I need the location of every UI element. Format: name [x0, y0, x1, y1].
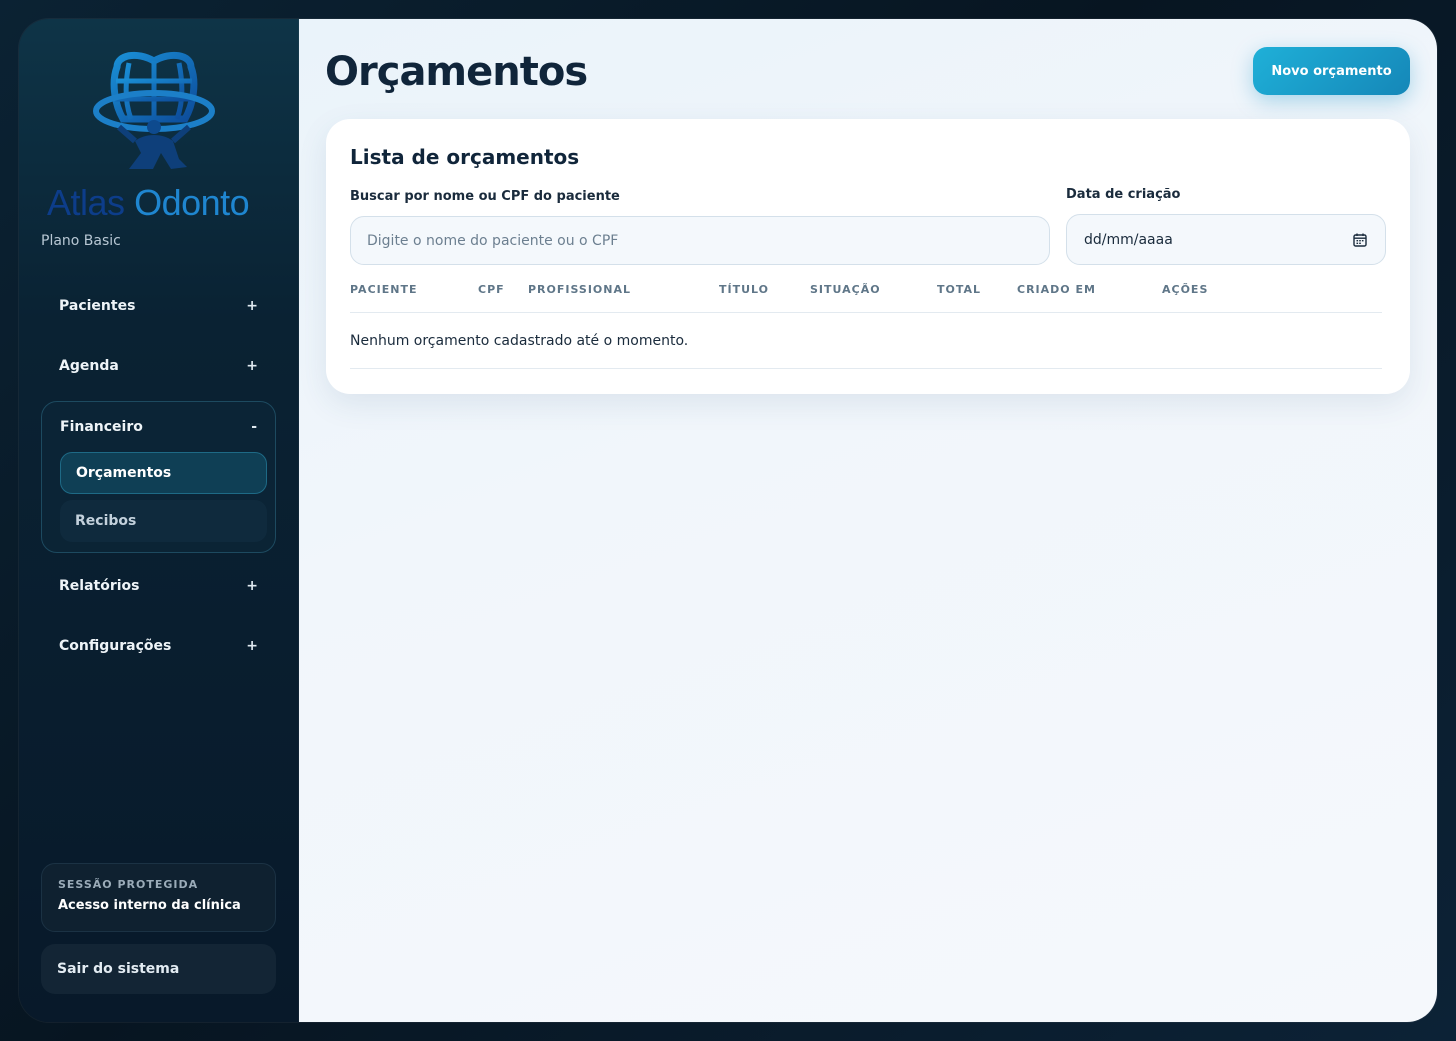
column-header-criado-em: CRIADO EM [1017, 283, 1096, 296]
search-label: Buscar por nome ou CPF do paciente [350, 189, 620, 204]
date-input[interactable]: dd/mm/aaaa [1066, 214, 1386, 265]
column-header-cpf: CPF [478, 283, 505, 296]
sidebar-item-label: Agenda [59, 358, 119, 374]
sidebar-item-agenda[interactable]: Agenda + [41, 344, 276, 388]
brand-logo: Atlas Odonto [19, 49, 299, 224]
brand-word-odonto: Odonto [134, 182, 250, 223]
sidebar-item-label: Relatórios [59, 578, 140, 594]
sidebar-subitem-orcamentos[interactable]: Orçamentos [60, 452, 267, 494]
expand-plus-icon: + [246, 578, 258, 594]
tooth-globe-logo-icon [93, 51, 215, 169]
logout-button[interactable]: Sair do sistema [41, 944, 276, 994]
column-header-profissional: PROFISSIONAL [528, 283, 632, 296]
sidebar-subitem-recibos[interactable]: Recibos [60, 500, 267, 542]
page-title: Orçamentos [325, 49, 588, 95]
session-card: SESSÃO PROTEGIDA Acesso interno da clíni… [41, 863, 276, 932]
search-input[interactable] [350, 216, 1050, 265]
sidebar-subitem-label: Recibos [75, 513, 137, 529]
column-header-paciente: PACIENTE [350, 283, 418, 296]
brand-word-atlas: Atlas [47, 182, 125, 223]
column-header-situacao: SITUAÇÃO [810, 283, 881, 296]
expand-plus-icon: + [246, 638, 258, 654]
sidebar-item-financeiro[interactable]: Financeiro - [42, 405, 275, 449]
sidebar-item-label: Configurações [59, 638, 172, 654]
empty-message: Nenhum orçamento cadastrado até o moment… [350, 332, 689, 349]
table-header: PACIENTE CPF PROFISSIONAL TÍTULO SITUAÇÃ… [350, 269, 1382, 313]
table-empty-row: Nenhum orçamento cadastrado até o moment… [350, 313, 1382, 369]
session-value: Acesso interno da clínica [58, 898, 241, 913]
column-header-total: TOTAL [937, 283, 982, 296]
expand-plus-icon: + [246, 298, 258, 314]
app-window: Atlas Odonto Plano Basic Pacientes + Age… [19, 19, 1437, 1022]
main-content: Orçamentos Novo orçamento Lista de orçam… [299, 19, 1437, 1022]
sidebar: Atlas Odonto Plano Basic Pacientes + Age… [19, 19, 299, 1022]
card-title: Lista de orçamentos [350, 145, 580, 169]
column-header-titulo: TÍTULO [719, 283, 769, 296]
calendar-icon[interactable] [1352, 232, 1368, 248]
sidebar-item-relatorios[interactable]: Relatórios + [41, 564, 276, 608]
sidebar-item-pacientes[interactable]: Pacientes + [41, 284, 276, 328]
budget-list-card: Lista de orçamentos Buscar por nome ou C… [326, 119, 1410, 394]
sidebar-item-label: Pacientes [59, 298, 136, 314]
brand-wordmark: Atlas Odonto [47, 182, 250, 224]
date-input-placeholder: dd/mm/aaaa [1084, 231, 1173, 248]
plan-label: Plano Basic [41, 233, 121, 249]
sidebar-group-financeiro: Financeiro - Orçamentos Recibos [41, 401, 276, 553]
expand-plus-icon: + [246, 358, 258, 374]
sidebar-subitem-label: Orçamentos [76, 465, 172, 481]
collapse-minus-icon: - [251, 419, 257, 435]
column-header-acoes: AÇÕES [1162, 283, 1209, 296]
sidebar-item-label: Financeiro [60, 419, 143, 435]
date-label: Data de criação [1066, 187, 1181, 202]
new-budget-button[interactable]: Novo orçamento [1253, 47, 1410, 95]
session-caption: SESSÃO PROTEGIDA [58, 878, 199, 891]
sidebar-item-configuracoes[interactable]: Configurações + [41, 624, 276, 668]
